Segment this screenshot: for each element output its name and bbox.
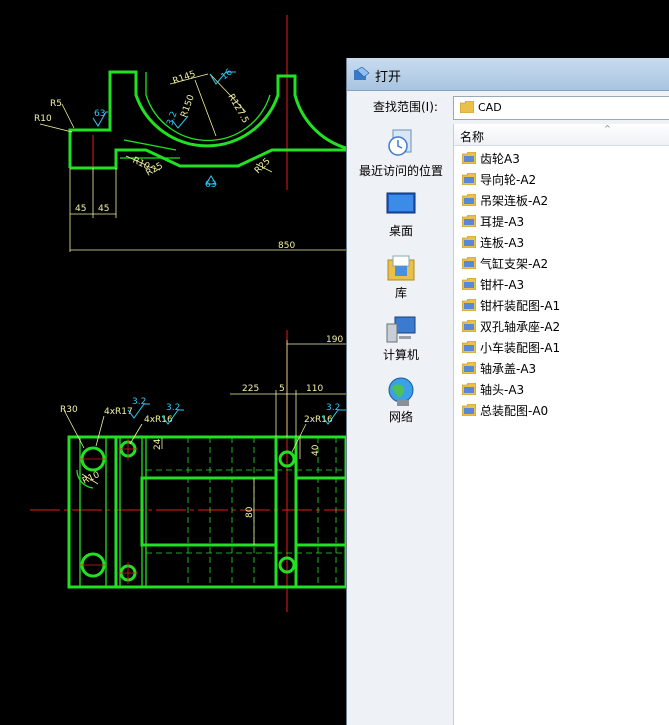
list-item[interactable]: 钳杆装配图-A1 [454,295,669,315]
dim-r145: R145 [172,69,197,86]
list-item[interactable]: 小车装配图-A1 [454,337,669,357]
place-label: 网络 [388,410,413,424]
list-item[interactable]: 耳提-A3 [454,211,669,231]
place-recent[interactable]: 最近访问的位置 [351,128,451,180]
list-item[interactable]: 连板-A3 [454,232,669,252]
dim-4xr17: 4xR17 [104,407,133,417]
dim-5: 5 [279,384,285,394]
dim-80: 80 [245,506,255,518]
file-name: 轴头-A3 [480,383,525,397]
place-libraries[interactable]: 库 [351,252,451,304]
dwg-file-icon [462,257,476,269]
dwg-file-icon [462,383,476,395]
dialog-titlebar[interactable]: 打开 [347,58,669,91]
dwg-file-icon [462,404,476,416]
dialog-title: 打开 [375,70,402,85]
dim-r150: R150 [179,93,197,119]
roughness-16: 16 [220,67,235,82]
dwg-file-icon [462,152,476,164]
dim-45a: 45 [75,204,86,214]
roughness-32: 3.2 [165,110,179,127]
libraries-icon [387,255,415,281]
list-item[interactable]: 双孔轴承座-A2 [454,316,669,336]
dwg-file-icon [462,194,476,206]
dim-850: 850 [278,241,295,251]
dwg-file-icon [462,173,476,185]
roughness-63: 63 [94,109,105,119]
dwg-file-icon [462,236,476,248]
place-label: 库 [394,286,407,300]
bottom-part-inner [76,437,147,587]
list-item[interactable]: 轴头-A3 [454,379,669,399]
dim-40: 40 [311,444,321,456]
lookin-label: 查找范围(I): [373,100,438,114]
place-desktop[interactable]: 桌面 [351,190,451,242]
lookin-value: CAD [478,101,502,114]
place-label: 计算机 [382,348,419,362]
bottom-part-outline [67,435,348,589]
list-item[interactable]: 吊架连板-A2 [454,190,669,210]
file-name: 耳提-A3 [480,215,525,229]
column-header-name[interactable]: 名称 ^ [454,124,669,146]
dim-r25b: R25 [253,157,273,177]
dim-r5: R5 [50,99,62,109]
file-name: 轴承盖-A3 [480,362,537,376]
file-name: 气缸支架-A2 [480,257,549,271]
dwg-file-icon [462,215,476,227]
column-header-label: 名称 [460,130,485,144]
place-computer[interactable]: 计算机 [351,314,451,366]
network-icon [388,377,414,406]
dim-24: 24 [153,438,163,450]
open-app-icon [354,67,370,80]
list-item[interactable]: 轴承盖-A3 [454,358,669,378]
file-name: 双孔轴承座-A2 [480,320,561,334]
top-part-outline [68,70,347,170]
roughness-32b: 3.2 [166,403,180,413]
hole-centerlines [80,438,138,584]
dwg-file-icon [462,341,476,353]
file-name: 钳杆装配图-A1 [480,299,561,313]
dim-110: 110 [306,384,323,394]
dwg-file-icon [462,278,476,290]
file-name: 钳杆-A3 [480,278,525,292]
place-label: 最近访问的位置 [358,164,443,178]
dim-r30: R30 [60,405,78,415]
file-name: 连板-A3 [480,236,525,250]
dwg-file-icon [462,299,476,311]
roughness-32a: 3.2 [132,397,146,407]
roughness-63b: 63 [205,180,216,190]
place-network[interactable]: 网络 [351,376,451,428]
file-name: 小车装配图-A1 [480,341,561,355]
sort-arrow-icon: ^ [604,124,611,133]
lookin-dropdown[interactable]: CAD [453,96,669,120]
place-label: 桌面 [388,224,413,238]
dim-r10: R10 [81,470,102,487]
dim-r10: R10 [34,114,52,124]
dim-r1275: R127.5 [225,93,250,126]
computer-icon [386,316,416,343]
file-name: 总装配图-A0 [480,404,549,418]
list-item[interactable]: 齿轮A3 [454,148,669,168]
dim-45b: 45 [98,204,109,214]
roughness-32c: 3.2 [326,403,340,413]
dwg-file-icon [462,362,476,374]
dim-190: 190 [326,335,343,345]
folder-icon [460,101,474,113]
list-item[interactable]: 气缸支架-A2 [454,253,669,273]
file-name: 吊架连板-A2 [480,194,549,208]
desktop-icon [386,192,416,214]
dwg-file-icon [462,320,476,332]
list-item[interactable]: 导向轮-A2 [454,169,669,189]
file-name: 导向轮-A2 [480,173,537,187]
places-bar: 最近访问的位置 桌面 库 计算机 网络 [351,124,451,725]
list-item[interactable]: 钳杆-A3 [454,274,669,294]
dim-225: 225 [242,384,259,394]
recent-places-icon [388,129,412,156]
file-list[interactable]: 名称 ^ 齿轮A3 导向轮-A2 吊架连板-A2 耳提-A3 连板-A3 气缸支… [453,124,669,725]
list-item[interactable]: 总装配图-A0 [454,400,669,420]
file-name: 齿轮A3 [480,152,520,166]
open-file-dialog: 打开 查找范围(I): CAD 最近访问的位置 桌面 库 计算机 网络 名称 ^… [346,58,669,725]
